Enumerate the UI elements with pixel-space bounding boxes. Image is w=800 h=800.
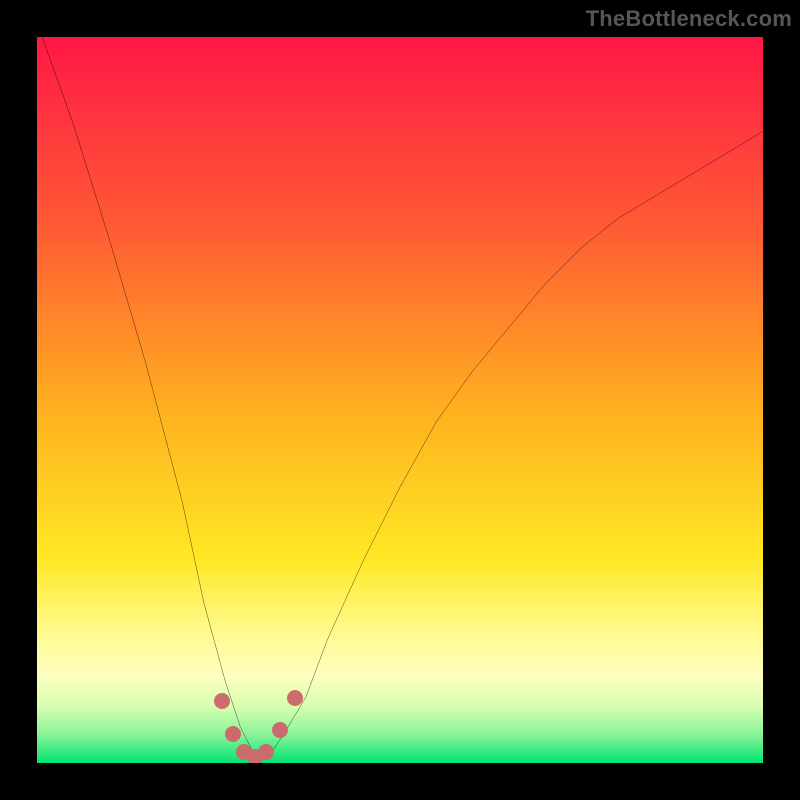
plot-area: [37, 37, 763, 763]
marker-dot: [287, 690, 303, 706]
marker-dot: [225, 726, 241, 742]
watermark-text: TheBottleneck.com: [586, 6, 792, 32]
marker-dot: [258, 744, 274, 760]
marker-dot: [214, 693, 230, 709]
chart-frame: TheBottleneck.com: [0, 0, 800, 800]
curve-markers: [37, 37, 763, 763]
marker-dot: [272, 722, 288, 738]
